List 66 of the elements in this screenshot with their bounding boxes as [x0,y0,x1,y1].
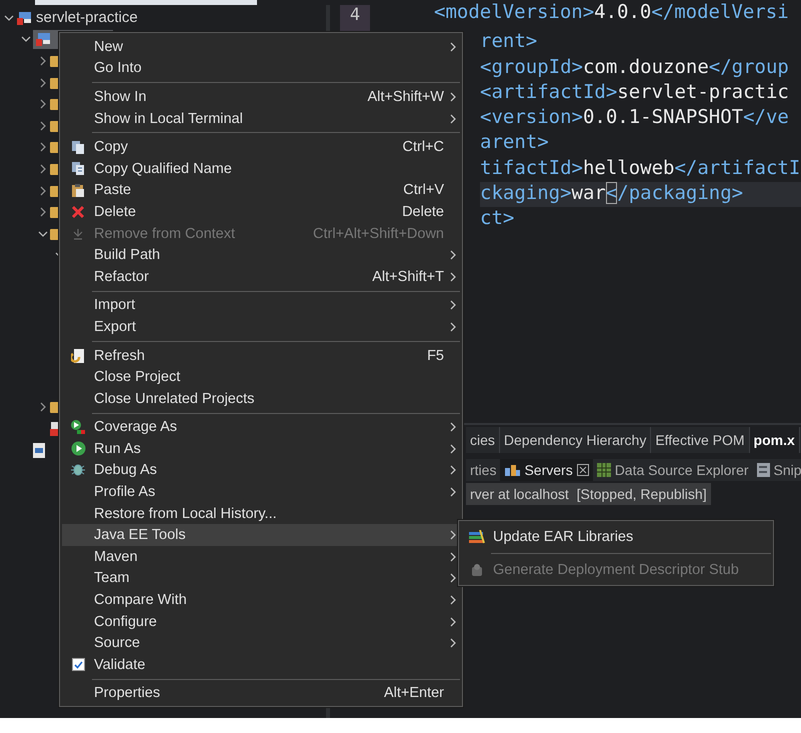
tree-item[interactable]: servlet-practice [36,9,138,26]
line-number: 4 [350,5,360,27]
checkbox[interactable] [72,658,84,672]
project-icon [35,31,51,48]
run-icon [70,441,86,456]
code-line: tifactId>helloweb</artifactI [480,156,800,181]
code-line: rent> [480,30,538,54]
menu-item[interactable]: New [62,36,460,58]
descriptor-icon [470,563,484,577]
menu-item[interactable]: Source [62,632,460,654]
menu-item[interactable]: Show In Alt+Shift+W [62,86,460,108]
menu-item[interactable]: Build Path [62,244,460,266]
menu-item[interactable]: Go Into [62,58,460,80]
servers-icon [504,463,520,477]
project-icon [16,10,32,26]
books-icon [469,530,485,544]
menu-item[interactable]: Close Project [62,366,460,388]
copy-icon [71,140,85,155]
menu-item[interactable]: Java EE Tools [62,524,460,546]
snippet-icon [756,463,770,477]
editor-tab[interactable]: pom.x [750,427,800,453]
code-line: arent> [480,131,549,156]
server-entry[interactable]: rver at localhost [Stopped, Republish] [466,483,711,505]
menu-item[interactable]: Properties Alt+Enter [62,682,460,704]
menu-item[interactable]: Run As [62,438,460,460]
editor-tab[interactable]: cies [466,427,500,453]
editor-tab[interactable]: Dependency Hierarchy [500,427,652,453]
menu-item[interactable]: Maven [62,546,460,568]
view-tab[interactable]: Servers [500,459,593,481]
menu-item[interactable]: Refresh F5 [62,344,460,366]
menu-item[interactable]: Export [62,316,460,338]
view-tab[interactable]: Snip [752,459,801,481]
refresh-icon [70,348,86,364]
code-line: <version>0.0.1-SNAPSHOT</ve [480,106,789,130]
database-grid-icon [596,463,611,477]
remove-icon [71,226,85,241]
menu-item[interactable]: Delete Delete [62,201,460,223]
menu-item[interactable]: Debug As [62,460,460,482]
menu-item[interactable]: Copy Qualified Name [62,158,460,180]
menu-item[interactable]: Copy Ctrl+C [62,136,460,158]
coverage-icon [70,419,86,436]
code-line: ct> [480,207,514,232]
menu-item[interactable]: Import [62,294,460,316]
menu-item[interactable]: Close Unrelated Projects [62,388,460,410]
menu-item[interactable]: Configure [62,610,460,632]
checkmark-icon [74,660,82,669]
menu-item[interactable]: Refactor Alt+Shift+T [62,266,460,288]
menu-item[interactable]: Team [62,568,460,590]
delete-icon [71,204,85,219]
view-tab[interactable]: rties [466,459,500,481]
menu-item[interactable]: Paste Ctrl+V [62,180,460,202]
menu-item[interactable]: Validate [62,654,460,676]
view-tab[interactable]: Data Source Explorer [592,459,753,481]
menu-item[interactable]: Compare With [62,589,460,611]
code-line: <groupId>com.douzone</group [480,56,789,80]
menu-item[interactable]: Coverage As [62,416,460,438]
menu-item[interactable]: Restore from Local History... [62,502,460,524]
clipboard-icon [71,182,85,198]
menu-item[interactable]: Show in Local Terminal [62,108,460,130]
code-line: <artifactId>servlet-practic [480,80,789,105]
code-line: <modelVersion>4.0.0</modelVersi [434,5,789,25]
copy-icon [71,161,85,176]
menu-item[interactable]: Update EAR Libraries [461,524,771,550]
menu-item[interactable]: Profile As [62,481,460,503]
xml-file-icon [33,442,45,458]
bug-icon [70,462,86,478]
